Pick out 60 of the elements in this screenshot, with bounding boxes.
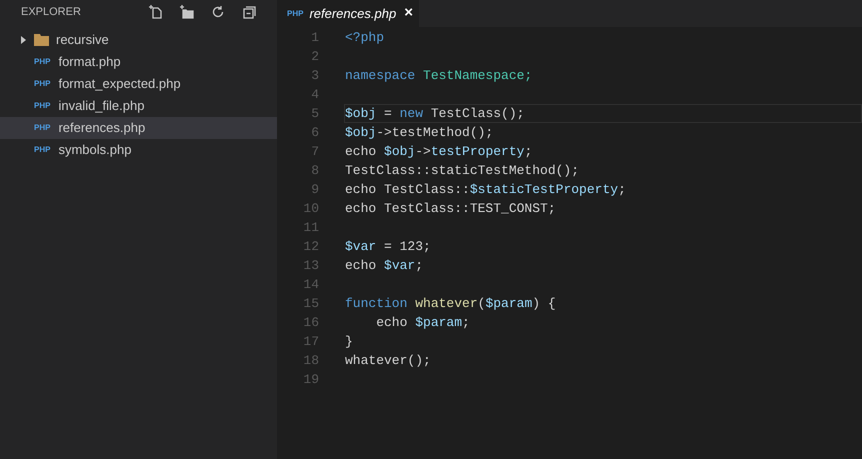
- code-line: echo TestClass::TEST_CONST;: [344, 200, 557, 218]
- close-icon[interactable]: ×: [404, 2, 413, 25]
- refresh-icon[interactable]: [210, 4, 226, 20]
- code-line: echo $param;: [375, 314, 471, 332]
- line-number: 18: [302, 352, 319, 370]
- file-name: recursive: [56, 31, 109, 50]
- new-folder-icon[interactable]: [179, 4, 195, 20]
- code-line: }: [344, 333, 354, 351]
- line-number: 2: [310, 48, 319, 66]
- line-number: 16: [302, 314, 319, 332]
- line-number: 12: [302, 238, 319, 256]
- code-line: $var = 123;: [344, 238, 432, 256]
- file-name: format_expected.php: [58, 75, 181, 94]
- php-file-icon: PHP: [34, 100, 50, 112]
- file-name: format.php: [58, 53, 121, 72]
- code-line: <?php: [344, 29, 386, 47]
- new-file-icon[interactable]: [148, 4, 164, 20]
- code-line: function whatever($param) {: [344, 295, 557, 313]
- line-number: 4: [310, 86, 319, 104]
- code-line: echo TestClass::$staticTestProperty;: [344, 181, 627, 199]
- collapse-all-icon[interactable]: [241, 4, 257, 20]
- tree-item[interactable]: PHP invalid_file.php: [0, 95, 277, 117]
- line-number: 14: [302, 276, 319, 294]
- php-file-icon: PHP: [34, 78, 50, 90]
- tree-item[interactable]: PHP symbols.php: [0, 139, 277, 161]
- line-number: 9: [310, 181, 319, 199]
- file-name: references.php: [58, 119, 146, 138]
- code-line: whatever();: [344, 352, 432, 370]
- line-number: 13: [302, 257, 319, 275]
- line-number: 1: [310, 29, 319, 47]
- tree-item[interactable]: PHP format.php: [0, 51, 277, 73]
- line-number: 15: [302, 295, 319, 313]
- line-number: 8: [310, 162, 319, 180]
- chevron-right-icon: [20, 36, 26, 44]
- code-line: TestClass::staticTestMethod();: [344, 162, 580, 180]
- tree-item[interactable]: PHP format_expected.php: [0, 73, 277, 95]
- tab-label: references.php: [309, 4, 396, 23]
- file-name: symbols.php: [58, 141, 132, 160]
- line-number: 11: [302, 219, 319, 237]
- php-file-icon: PHP: [34, 56, 50, 68]
- file-name: invalid_file.php: [58, 97, 144, 116]
- line-number: 5: [310, 105, 319, 123]
- php-file-icon: PHP: [287, 8, 304, 20]
- tree-item[interactable]: recursive: [0, 29, 277, 51]
- php-file-icon: PHP: [34, 122, 50, 134]
- line-number: 17: [302, 333, 319, 351]
- sidebar-title: EXPLORER: [21, 4, 82, 20]
- tree-item[interactable]: PHP references.php: [0, 117, 277, 139]
- code-line: namespace TestNamespace;: [344, 67, 534, 85]
- line-number: 19: [302, 371, 319, 389]
- php-file-icon: PHP: [34, 144, 50, 156]
- line-number: 7: [310, 143, 319, 161]
- line-number: 3: [310, 67, 319, 85]
- code-line: echo $var;: [344, 257, 424, 275]
- code-line: echo $obj->testProperty;: [344, 143, 534, 161]
- line-number: 10: [302, 200, 319, 218]
- folder-icon: [34, 34, 49, 46]
- code-line: $obj->testMethod();: [344, 124, 494, 142]
- editor-tab[interactable]: PHP references.php ×: [277, 0, 419, 27]
- line-number: 6: [310, 124, 319, 142]
